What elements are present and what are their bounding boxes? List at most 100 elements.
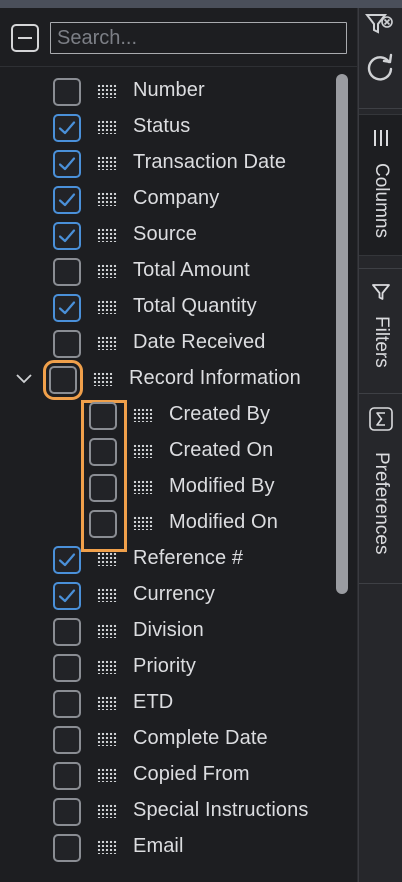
column-row[interactable]: Division	[0, 613, 340, 649]
drag-handle-icon[interactable]	[97, 300, 117, 314]
column-label: Email	[133, 835, 184, 857]
column-row[interactable]: Created By	[0, 397, 340, 433]
column-row[interactable]: Copied From	[0, 757, 340, 793]
select-all-checkbox[interactable]	[11, 24, 39, 52]
panel-header	[0, 8, 357, 67]
column-checkbox[interactable]	[53, 690, 81, 718]
column-checkbox[interactable]	[89, 402, 117, 430]
clear-filter-icon[interactable]	[364, 12, 393, 43]
column-label: Copied From	[133, 763, 250, 785]
column-label: Date Received	[133, 331, 266, 353]
tab-preferences[interactable]: Preferences	[359, 400, 402, 580]
column-label: Reference #	[133, 547, 244, 569]
drag-handle-icon[interactable]	[97, 624, 117, 638]
top-border	[0, 0, 402, 8]
search-input[interactable]	[50, 22, 347, 54]
column-row[interactable]: Email	[0, 829, 340, 865]
column-checkbox[interactable]	[53, 186, 81, 214]
column-checkbox[interactable]	[89, 438, 117, 466]
column-label: Number	[133, 79, 205, 101]
column-checkbox[interactable]	[53, 834, 81, 862]
column-label: Status	[133, 115, 191, 137]
column-checkbox[interactable]	[53, 294, 81, 322]
drag-handle-icon[interactable]	[97, 732, 117, 746]
tab-columns[interactable]: Columns	[359, 114, 402, 256]
column-label: Currency	[133, 583, 215, 605]
drag-handle-icon[interactable]	[97, 84, 117, 98]
column-label: Created By	[169, 403, 271, 425]
column-group-row[interactable]: Record Information	[0, 360, 340, 400]
column-row[interactable]: Special Instructions	[0, 793, 340, 829]
drag-handle-icon[interactable]	[97, 192, 117, 206]
tab-filters[interactable]: Filters	[359, 274, 402, 384]
drag-handle-icon[interactable]	[133, 516, 153, 530]
column-checkbox[interactable]	[53, 618, 81, 646]
tab-preferences-label: Preferences	[371, 452, 392, 555]
column-checkbox[interactable]	[53, 726, 81, 754]
column-label: Modified On	[169, 511, 278, 533]
column-row[interactable]: Complete Date	[0, 721, 340, 757]
column-row[interactable]: Total Amount	[0, 253, 340, 289]
column-row[interactable]: Company	[0, 181, 340, 217]
column-checkbox[interactable]	[53, 78, 81, 106]
column-checkbox[interactable]	[43, 360, 83, 400]
column-label: ETD	[133, 691, 174, 713]
drag-handle-icon[interactable]	[97, 840, 117, 854]
drag-handle-icon[interactable]	[93, 372, 113, 386]
column-checkbox[interactable]	[53, 546, 81, 574]
columns-icon	[372, 129, 390, 152]
drag-handle-icon[interactable]	[97, 264, 117, 278]
column-checkbox[interactable]	[53, 330, 81, 358]
column-checkbox[interactable]	[89, 474, 117, 502]
column-row[interactable]: Reference #	[0, 541, 340, 577]
column-checkbox[interactable]	[89, 510, 117, 538]
column-checkbox[interactable]	[53, 582, 81, 610]
sidebar-divider	[359, 583, 402, 584]
column-row[interactable]: Created On	[0, 433, 340, 469]
sidebar-divider	[359, 108, 402, 109]
column-label: Total Quantity	[133, 295, 257, 317]
column-row[interactable]: Status	[0, 109, 340, 145]
column-row[interactable]: ETD	[0, 685, 340, 721]
column-label: Complete Date	[133, 727, 268, 749]
chevron-down-icon[interactable]	[15, 372, 33, 390]
column-label: Created On	[169, 439, 274, 461]
column-row[interactable]: Modified On	[0, 505, 340, 541]
drag-handle-icon[interactable]	[133, 444, 153, 458]
filter-icon	[371, 282, 391, 307]
column-row[interactable]: Number	[0, 73, 340, 109]
drag-handle-icon[interactable]	[97, 768, 117, 782]
side-bar: Columns Filters Preferences	[358, 8, 402, 882]
drag-handle-icon[interactable]	[97, 120, 117, 134]
refresh-icon[interactable]	[362, 50, 396, 89]
column-row[interactable]: Date Received	[0, 325, 340, 361]
column-checkbox[interactable]	[53, 798, 81, 826]
column-row[interactable]: Source	[0, 217, 340, 253]
column-checkbox[interactable]	[53, 114, 81, 142]
column-row[interactable]: Modified By	[0, 469, 340, 505]
drag-handle-icon[interactable]	[97, 588, 117, 602]
column-label: Record Information	[129, 367, 301, 389]
drag-handle-icon[interactable]	[133, 408, 153, 422]
drag-handle-icon[interactable]	[97, 228, 117, 242]
drag-handle-icon[interactable]	[97, 156, 117, 170]
drag-handle-icon[interactable]	[97, 804, 117, 818]
drag-handle-icon[interactable]	[97, 336, 117, 350]
column-checkbox[interactable]	[53, 654, 81, 682]
column-label: Company	[133, 187, 220, 209]
column-checkbox[interactable]	[53, 762, 81, 790]
drag-handle-icon[interactable]	[97, 696, 117, 710]
drag-handle-icon[interactable]	[133, 480, 153, 494]
tab-filters-label: Filters	[371, 316, 392, 368]
column-checkbox[interactable]	[53, 150, 81, 178]
columns-tool-panel: Number Status Transaction Date Company Sourc…	[0, 8, 358, 882]
drag-handle-icon[interactable]	[97, 552, 117, 566]
column-row[interactable]: Total Quantity	[0, 289, 340, 325]
drag-handle-icon[interactable]	[97, 660, 117, 674]
column-row[interactable]: Priority	[0, 649, 340, 685]
column-row[interactable]: Currency	[0, 577, 340, 613]
column-checkbox[interactable]	[53, 222, 81, 250]
column-label: Modified By	[169, 475, 275, 497]
column-row[interactable]: Transaction Date	[0, 145, 340, 181]
column-checkbox[interactable]	[53, 258, 81, 286]
